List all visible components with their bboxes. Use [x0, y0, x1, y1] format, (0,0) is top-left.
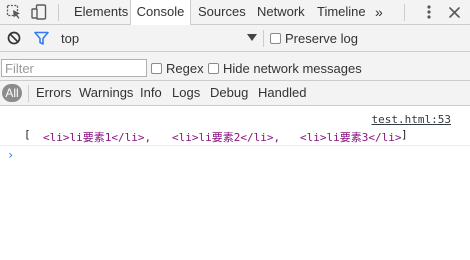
level-debug[interactable]: Debug [210, 81, 248, 105]
preserve-log-label: Preserve log [285, 31, 358, 46]
preserve-log-checkbox[interactable] [270, 33, 281, 44]
device-toolbar-icon[interactable] [31, 4, 49, 20]
inspect-element-icon[interactable] [6, 4, 22, 20]
source-link[interactable]: test.html:53 [372, 113, 451, 126]
level-info[interactable]: Info [140, 81, 162, 105]
dropdown-arrow-icon[interactable] [246, 32, 258, 44]
tab-elements[interactable]: Elements [74, 0, 128, 24]
tab-console[interactable]: Console [130, 0, 191, 25]
tabs-overflow-button[interactable]: » [375, 0, 383, 24]
clear-console-icon[interactable] [6, 30, 22, 46]
array-item-1[interactable]: <li>li要素1</li>, [43, 129, 151, 145]
more-vertical-icon[interactable] [422, 4, 436, 20]
tab-timeline[interactable]: Timeline [317, 0, 366, 24]
hide-network-label: Hide network messages [223, 61, 362, 76]
toolbar-divider [28, 85, 29, 102]
console-context-bar: top Preserve log [0, 25, 470, 52]
tab-network[interactable]: Network [257, 0, 305, 24]
toolbar-divider [263, 30, 264, 47]
array-item-3[interactable]: <li>li要素3</li> [300, 129, 401, 145]
console-prompt[interactable]: › [7, 148, 14, 162]
level-all-button[interactable]: All [2, 84, 22, 102]
toolbar-divider [58, 4, 59, 21]
hide-network-checkbox[interactable] [208, 63, 219, 74]
level-warnings[interactable]: Warnings [79, 81, 133, 105]
filter-input[interactable] [1, 59, 147, 77]
context-selector[interactable]: top [61, 31, 79, 46]
close-icon[interactable] [446, 4, 462, 20]
regex-label: Regex [166, 61, 204, 76]
array-item-2[interactable]: <li>li要素2</li>, [172, 129, 280, 145]
toolbar-divider [404, 4, 405, 21]
devtools-tab-bar: Elements Console Sources Network Timelin… [0, 0, 470, 25]
filter-icon[interactable] [33, 30, 49, 46]
array-close-bracket: ] [401, 128, 408, 141]
level-errors[interactable]: Errors [36, 81, 71, 105]
array-open-bracket: [ [24, 128, 31, 141]
level-handled[interactable]: Handled [258, 81, 306, 105]
tab-sources[interactable]: Sources [198, 0, 246, 24]
level-logs[interactable]: Logs [172, 81, 200, 105]
regex-checkbox[interactable] [151, 63, 162, 74]
